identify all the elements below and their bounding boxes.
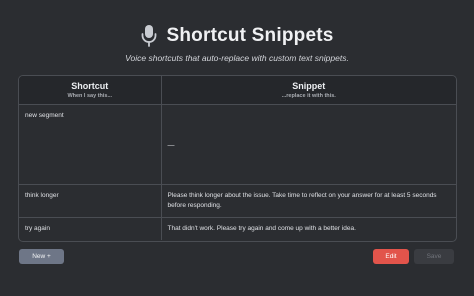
shortcut-cell[interactable]: think longer xyxy=(19,183,161,218)
table-header-row: Shortcut When I say this... Snippet ...r… xyxy=(19,76,456,105)
snippet-cell[interactable]: That didn't work. Please try again and c… xyxy=(160,217,456,241)
table-row[interactable]: try again That didn't work. Please try a… xyxy=(19,217,456,241)
microphone-icon xyxy=(140,24,158,48)
title-row: Shortcut Snippets xyxy=(0,22,474,50)
shortcut-cell[interactable]: new segment xyxy=(19,105,161,185)
column-hint-snippet: ...replace it with this. xyxy=(281,93,336,99)
edit-button[interactable]: Edit xyxy=(373,249,409,264)
column-header-snippet: Snippet ...replace it with this. xyxy=(160,76,456,105)
table-row[interactable]: think longer Please think longer about t… xyxy=(19,183,456,218)
snippet-cell[interactable]: — xyxy=(160,104,456,185)
save-button[interactable]: Save xyxy=(414,249,454,264)
shortcut-cell[interactable]: try again xyxy=(19,217,161,241)
column-title-shortcut: Shortcut xyxy=(71,81,109,91)
column-title-snippet: Snippet xyxy=(292,81,326,91)
snippets-table: Shortcut When I say this... Snippet ...r… xyxy=(18,75,457,242)
column-hint-shortcut: When I say this... xyxy=(67,93,113,99)
page-subtitle: Voice shortcuts that auto-replace with c… xyxy=(125,53,349,63)
shortcut-snippets-window: Shortcut Snippets Voice shortcuts that a… xyxy=(0,0,474,296)
snippet-cell[interactable]: Please think longer about the issue. Tak… xyxy=(160,183,456,218)
table-row[interactable]: new segment — xyxy=(19,104,456,185)
header: Shortcut Snippets Voice shortcuts that a… xyxy=(0,22,474,63)
new-button[interactable]: New + xyxy=(19,249,64,264)
snippet-text: — xyxy=(167,142,175,149)
column-header-shortcut: Shortcut When I say this... xyxy=(19,76,161,105)
page-title: Shortcut Snippets xyxy=(166,25,334,46)
